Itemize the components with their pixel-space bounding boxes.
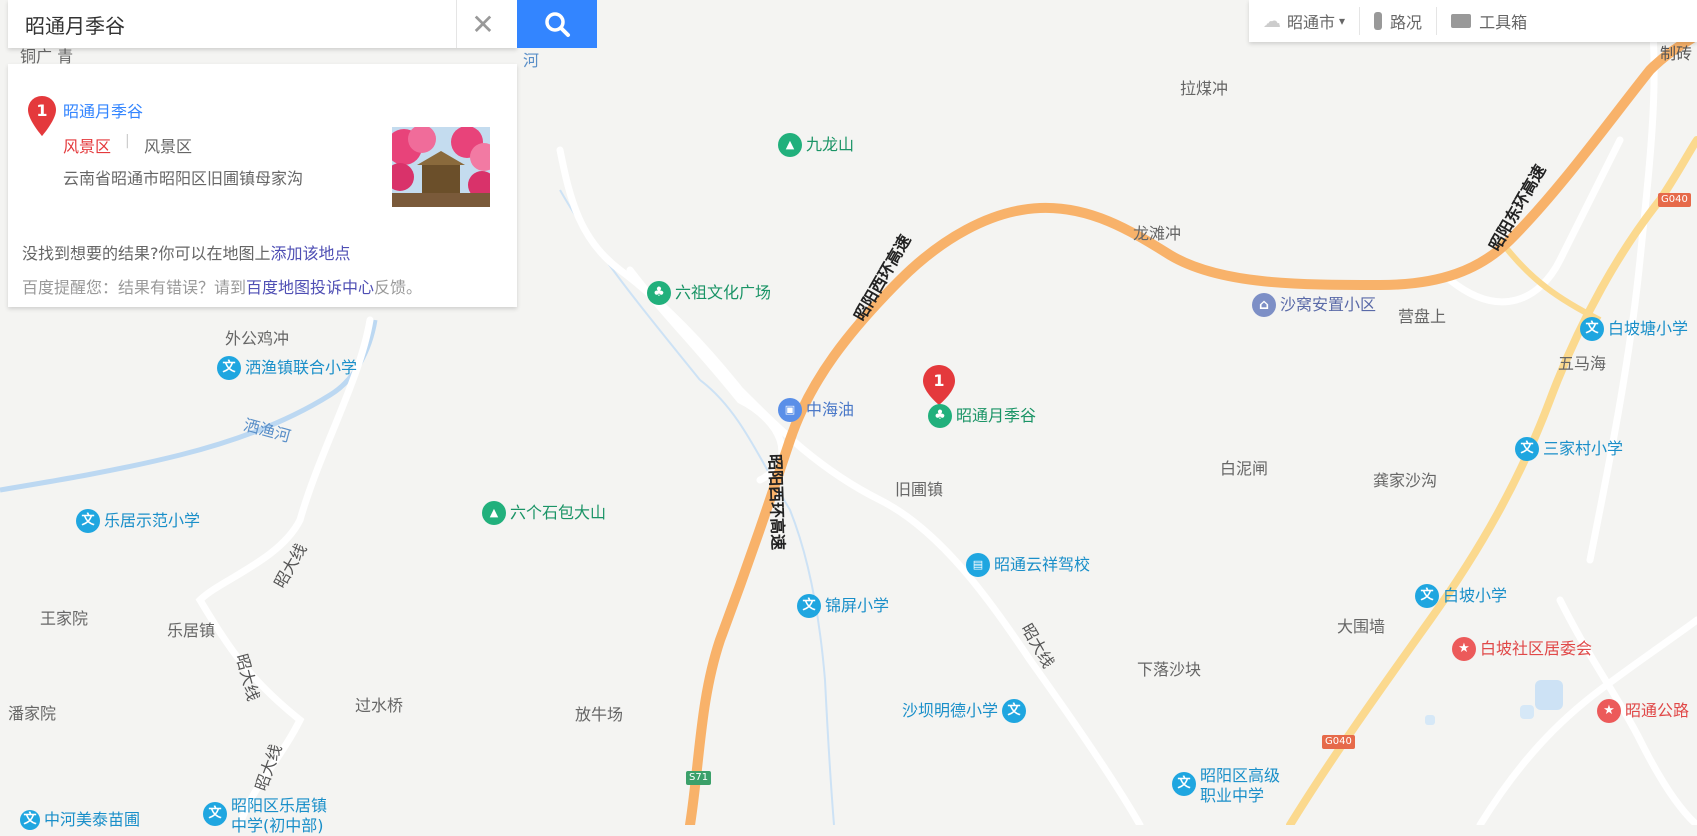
residential-icon <box>1252 293 1276 317</box>
traffic-light-icon <box>1374 12 1383 30</box>
poi-jinping[interactable]: 锦屏小学 <box>797 594 889 618</box>
add-place-link[interactable]: 添加该地点 <box>271 244 351 263</box>
label-guoshuiqiao: 过水桥 <box>355 696 404 715</box>
scenic-icon <box>928 404 952 428</box>
school-icon <box>797 594 821 618</box>
label-gongjiashagou: 龚家沙沟 <box>1373 471 1438 490</box>
mountain-icon <box>482 501 506 525</box>
search-input[interactable] <box>23 11 457 37</box>
poi-baipo-school[interactable]: 白坡小学 <box>1415 584 1507 608</box>
map-result-marker[interactable]: 1 <box>922 365 956 405</box>
poi-shaba[interactable]: 沙坝明德小学 <box>902 699 1030 723</box>
result-thumbnail[interactable] <box>392 127 490 207</box>
label-waigongjichong: 外公鸡冲 <box>225 329 290 348</box>
school-icon <box>76 509 100 533</box>
poi-zhaotong-road[interactable]: 昭通公路 <box>1597 699 1689 723</box>
school-icon <box>1172 772 1196 796</box>
school-icon <box>1415 584 1439 608</box>
scenic-icon <box>647 281 671 305</box>
poi-zhaoyang-vocational[interactable]: 昭阳区高级职业中学 <box>1172 766 1280 806</box>
label-lameichong: 拉煤冲 <box>1180 79 1229 98</box>
scenic-photo <box>392 127 490 207</box>
label-dawei: 大围墙 <box>1337 617 1386 636</box>
label-lejuzhen: 乐居镇 <box>167 621 216 640</box>
search-box <box>8 0 517 48</box>
poi-leju-school[interactable]: 乐居示范小学 <box>76 509 200 533</box>
label-yingpanshang: 营盘上 <box>1398 307 1447 326</box>
poi-sanjiacun[interactable]: 三家村小学 <box>1515 437 1623 461</box>
driving-school-icon <box>966 553 990 577</box>
map-toolbar: ☁ 昭通市 ▾ 路况 工具箱 <box>1249 0 1697 42</box>
label-panjiayuan: 潘家院 <box>8 704 57 723</box>
result-panel: 1 昭通月季谷 风景区 | 风景区 云南省昭通市昭阳区旧圃镇母家沟 没找到想要的… <box>8 64 517 307</box>
school-icon <box>203 802 227 826</box>
close-icon: ✕ <box>471 7 495 41</box>
result-marker: 1 <box>28 96 56 140</box>
poi-yuejigu[interactable]: 昭通月季谷 <box>928 404 1036 428</box>
label-he: 河 <box>523 51 540 70</box>
poi-zhonghe[interactable]: 中河美泰苗圃 <box>20 810 140 830</box>
mountain-icon <box>778 133 802 157</box>
result-category-primary: 风景区 <box>63 137 112 156</box>
traffic-button[interactable]: 路况 <box>1360 0 1436 42</box>
chevron-down-icon: ▾ <box>1339 14 1346 28</box>
school-icon <box>1580 317 1604 341</box>
toolbox-button[interactable]: 工具箱 <box>1437 0 1541 42</box>
label-jiupuzhen: 旧圃镇 <box>895 480 944 499</box>
poi-zhonghaiyou[interactable]: 中海油 <box>778 398 854 422</box>
poi-saiyu-school[interactable]: 洒渔镇联合小学 <box>217 356 357 380</box>
shield-g040-top: G040 <box>1658 193 1691 207</box>
result-address: 云南省昭通市昭阳区旧圃镇母家沟 <box>63 169 304 188</box>
label-wangjiayuan: 王家院 <box>40 609 89 628</box>
label-longtanchong: 龙滩冲 <box>1133 224 1182 243</box>
label-wumahai: 五马海 <box>1558 354 1607 373</box>
poi-yunxiang[interactable]: 昭通云祥驾校 <box>966 553 1090 577</box>
city-selector[interactable]: ☁ 昭通市 ▾ <box>1249 0 1359 42</box>
poi-jiulongshan[interactable]: 九龙山 <box>778 133 854 157</box>
feedback-hint: 百度提醒您：结果有错误？请到百度地图投诉中心反馈。 <box>22 278 423 297</box>
label-bainizha: 白泥闸 <box>1220 459 1269 478</box>
result-title[interactable]: 昭通月季谷 <box>63 98 143 122</box>
poi-liugeshi[interactable]: 六个石包大山 <box>482 501 606 525</box>
search-icon <box>545 12 570 37</box>
label-xialuoshakuai: 下落沙块 <box>1137 660 1202 679</box>
not-found-hint: 没找到想要的结果?你可以在地图上添加该地点 <box>22 244 351 263</box>
poi-shawo[interactable]: 沙窝安置小区 <box>1252 293 1376 317</box>
clear-search-button[interactable]: ✕ <box>456 0 509 48</box>
result-category-secondary: 风景区 <box>144 137 193 156</box>
poi-liuzu[interactable]: 六祖文化广场 <box>647 281 771 305</box>
toolbox-icon <box>1451 14 1472 28</box>
school-icon <box>217 356 241 380</box>
government-icon <box>1452 637 1476 661</box>
government-icon <box>1597 699 1621 723</box>
search-button[interactable] <box>517 0 597 48</box>
result-separator: | <box>125 133 130 149</box>
poi-leju-middle[interactable]: 昭阳区乐居镇中学(初中部) <box>203 796 327 836</box>
label-fangniuchang: 放牛场 <box>575 705 624 724</box>
poi-baipotang[interactable]: 白坡塘小学 <box>1580 317 1688 341</box>
gas-station-icon <box>778 398 802 422</box>
label-highway-west-lower: 昭阳西环高速 <box>765 453 788 551</box>
school-icon <box>20 810 40 830</box>
cloud-icon: ☁ <box>1263 10 1281 32</box>
school-icon <box>1002 699 1027 723</box>
shield-s71: S71 <box>686 771 712 785</box>
school-icon <box>1515 437 1539 461</box>
complaint-center-link[interactable]: 百度地图投诉中心 <box>246 278 374 297</box>
poi-baipo-office[interactable]: 白坡社区居委会 <box>1452 637 1592 661</box>
shield-g040-bottom: G040 <box>1322 735 1355 749</box>
label-zhiz: 制砖 <box>1660 44 1693 63</box>
